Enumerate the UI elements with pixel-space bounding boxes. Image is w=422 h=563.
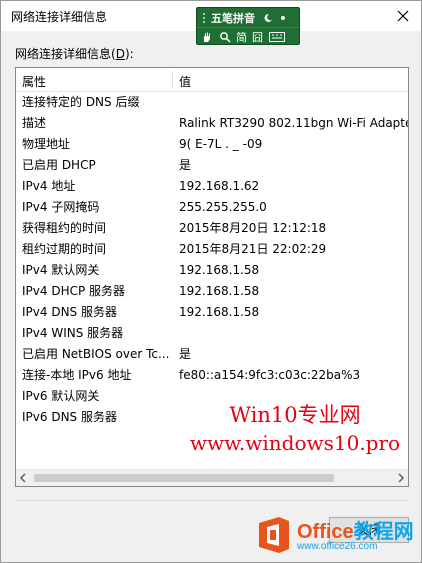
soft-keyboard-icon[interactable] [269,31,285,42]
close-icon [397,10,409,22]
grip-icon [203,13,205,23]
list-item[interactable]: 获得租约的时间 2015年8月20日 12:12:18 [16,218,408,239]
hand-icon[interactable] [201,31,213,43]
property-name: 物理地址 [22,137,71,151]
property-name: 连接-本地 IPv6 地址 [22,368,132,382]
scroll-left-icon[interactable] [19,473,27,483]
list-item[interactable]: IPv4 DNS 服务器 192.168.1.58 [16,302,408,323]
property-name: IPv6 DNS 服务器 [22,410,117,424]
list-item[interactable]: 物理地址 9( E-7L . _ -09 [16,134,408,155]
property-name: IPv4 WINS 服务器 [22,326,124,340]
list-item[interactable]: IPv4 地址 192.168.1.62 [16,176,408,197]
list-item[interactable]: 描述 Ralink RT3290 802.11bgn Wi-Fi Adapter [16,113,408,134]
property-name: 已启用 NetBIOS over Tc... [22,347,170,361]
office-brand-cn: 教程网 [353,521,414,543]
list-item[interactable]: 已启用 NetBIOS over Tc... 是 [16,344,408,365]
office-url: www.office26.com [297,541,378,552]
window-close-button[interactable] [391,4,415,28]
moon-icon[interactable] [263,13,273,23]
property-name: IPv4 DNS 服务器 [22,305,117,319]
property-value: 是 [179,347,192,361]
full-half-width-toggle[interactable]: 囧 [252,29,263,45]
details-list-label: 网络连接详细信息(D): [15,47,134,61]
property-name: 已启用 DHCP [22,158,96,172]
ime-mode-label[interactable]: 五笔拼音 [211,10,255,26]
property-name: 连接特定的 DNS 后缀 [22,95,140,109]
property-value: Ralink RT3290 802.11bgn Wi-Fi Adapter [179,116,408,130]
list-item[interactable]: IPv4 DHCP 服务器 192.168.1.58 [16,281,408,302]
list-item[interactable]: IPv4 子网掩码 255.255.255.0 [16,197,408,218]
office-brand: Office [297,521,354,543]
watermark-title: Win10专业网 [229,403,361,427]
search-icon[interactable] [219,31,231,43]
watermark: Win10专业网 www.windows10.pro [175,399,415,455]
scroll-right-icon[interactable] [397,473,405,483]
property-value: 9( E-7L . _ -09 [179,137,263,151]
watermark-url: www.windows10.pro [189,431,401,455]
ime-toolbar[interactable]: 五笔拼音 简 囧 [196,7,300,45]
property-name: 描述 [22,116,47,130]
punctuation-icon[interactable] [279,14,287,22]
property-name: 租约过期的时间 [22,242,107,256]
property-value: 192.168.1.58 [179,305,260,319]
horizontal-scrollbar[interactable] [16,469,408,486]
property-value: 255.255.255.0 [179,200,267,214]
property-value: 192.168.1.62 [179,179,260,193]
scrollbar-thumb[interactable] [34,474,334,482]
property-value: fe80::a154:9fc3:c03c:22ba%3 [179,368,361,382]
column-divider[interactable] [172,71,173,89]
list-item[interactable]: 已启用 DHCP 是 [16,155,408,176]
property-name: 获得租约的时间 [22,221,107,235]
property-value: 是 [179,158,192,172]
list-item[interactable]: 连接-本地 IPv6 地址 fe80::a154:9fc3:c03c:22ba%3 [16,365,408,386]
property-name: IPv4 默认网关 [22,263,100,277]
office-badge-icon [259,517,289,553]
network-details-window: 网络连接详细信息 五笔拼音 简 囧 网络连接详细信息(D): 属性 值 连接特定… [0,0,422,563]
list-item[interactable]: 租约过期的时间 2015年8月21日 22:02:29 [16,239,408,260]
simplified-chinese-toggle[interactable]: 简 [236,29,247,45]
property-value: 192.168.1.58 [179,263,260,277]
property-name: IPv4 DHCP 服务器 [22,284,126,298]
list-item[interactable]: IPv4 WINS 服务器 [16,323,408,344]
office-logo: Office教程网 www.office26.com [257,511,417,559]
list-header: 属性 值 [16,68,408,92]
footer-divider [15,500,409,501]
property-name: IPv4 子网掩码 [22,200,100,214]
window-title: 网络连接详细信息 [11,10,108,24]
column-header-property[interactable]: 属性 [22,73,46,90]
property-value: 2015年8月20日 12:12:18 [179,221,327,235]
list-item[interactable]: 连接特定的 DNS 后缀 [16,92,408,113]
property-name: IPv6 默认网关 [22,389,100,403]
list-item[interactable]: IPv4 默认网关 192.168.1.58 [16,260,408,281]
property-name: IPv4 地址 [22,179,76,193]
column-header-value[interactable]: 值 [179,73,191,90]
property-value: 2015年8月21日 22:02:29 [179,242,327,256]
property-value: 192.168.1.58 [179,284,260,298]
